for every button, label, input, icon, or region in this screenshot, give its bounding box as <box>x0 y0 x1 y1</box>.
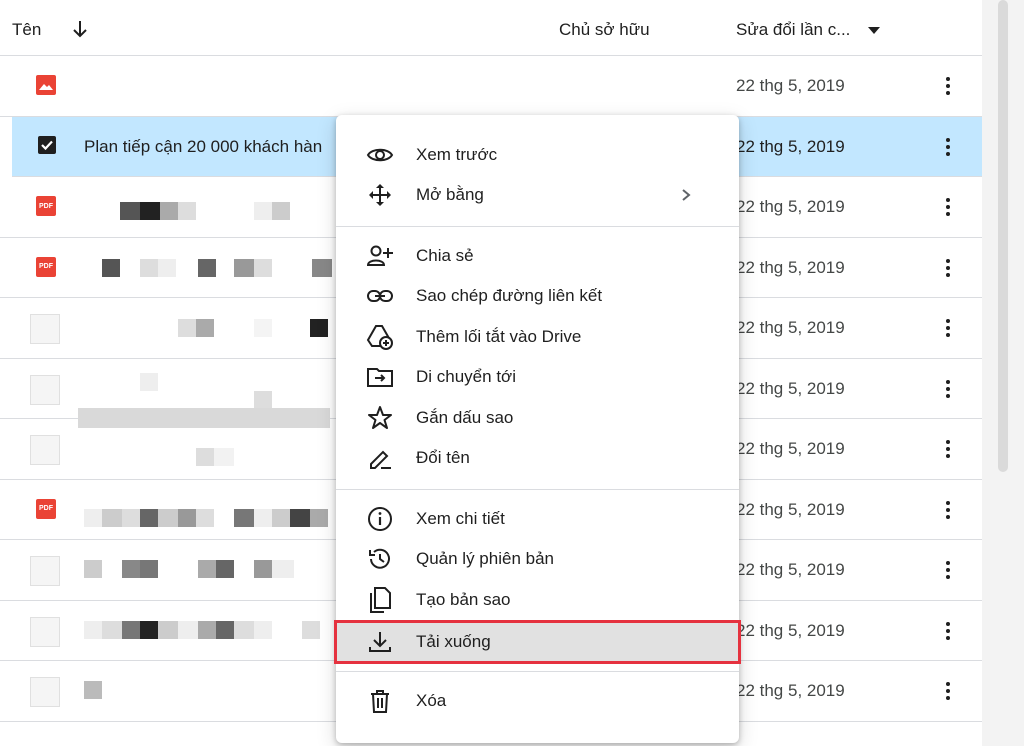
menu-item-add-shortcut[interactable]: Thêm lối tắt vào Drive <box>336 317 739 357</box>
share-person-icon <box>366 244 394 268</box>
menu-item-open-with[interactable]: Mở bằng <box>336 175 739 215</box>
checked-checkbox-icon[interactable] <box>38 135 56 154</box>
menu-divider <box>336 489 739 490</box>
modified-date: 22 thg 5, 2019 <box>736 439 845 458</box>
download-icon <box>366 630 394 654</box>
menu-item-label: Mở bằng <box>416 185 484 204</box>
sort-arrow-down-icon[interactable] <box>70 18 90 40</box>
menu-item-rename[interactable]: Đổi tên <box>336 438 739 478</box>
pdf-file-icon: PDF <box>36 256 56 277</box>
add-shortcut-icon <box>366 325 394 350</box>
chevron-right-icon <box>682 189 691 201</box>
more-actions-icon[interactable] <box>938 498 958 522</box>
scrollbar-thumb[interactable] <box>998 0 1008 472</box>
highlight-outline <box>334 620 741 664</box>
menu-item-delete[interactable]: Xóa <box>336 681 739 721</box>
document-thumbnail-icon <box>30 556 60 586</box>
menu-item-make-copy[interactable]: Tạo bản sao <box>336 580 739 620</box>
column-header-last-modified[interactable]: Sửa đổi lần c... <box>736 20 850 40</box>
move-folder-icon <box>366 365 394 389</box>
copy-icon <box>366 587 394 613</box>
redacted-title <box>84 681 102 699</box>
column-header-name[interactable]: Tên <box>12 20 41 40</box>
document-thumbnail-icon <box>30 374 60 405</box>
document-thumbnail-icon <box>30 677 60 707</box>
more-actions-icon[interactable] <box>938 437 958 461</box>
table-row[interactable]: 22 thg 5, 2019 <box>0 56 982 117</box>
redacted-title <box>196 448 234 466</box>
caret-down-icon[interactable] <box>868 27 880 34</box>
menu-item-preview[interactable]: Xem trước <box>336 135 739 175</box>
more-actions-icon[interactable] <box>938 256 958 280</box>
more-actions-icon[interactable] <box>938 135 958 159</box>
history-icon <box>366 547 394 571</box>
redacted-title <box>254 390 272 409</box>
column-header-owner[interactable]: Chủ sở hữu <box>559 20 650 40</box>
more-actions-icon[interactable] <box>938 195 958 219</box>
more-actions-icon[interactable] <box>938 619 958 643</box>
redacted-title <box>84 620 320 639</box>
redacted-title <box>178 319 332 337</box>
modified-date: 22 thg 5, 2019 <box>736 76 845 95</box>
menu-item-view-details[interactable]: Xem chi tiết <box>336 499 739 539</box>
menu-item-copy-link[interactable]: Sao chép đường liên kết <box>336 276 739 316</box>
link-icon <box>366 284 394 308</box>
document-thumbnail-icon <box>30 314 60 344</box>
modified-date: 22 thg 5, 2019 <box>736 136 845 156</box>
redacted-title <box>140 372 158 391</box>
document-thumbnail-icon <box>30 435 60 465</box>
pdf-file-icon: PDF <box>36 498 56 519</box>
menu-item-download[interactable]: Tải xuống <box>334 620 741 664</box>
redacted-title <box>102 258 332 277</box>
more-actions-icon[interactable] <box>938 316 958 340</box>
modified-date: 22 thg 5, 2019 <box>736 197 845 216</box>
context-menu: Xem trước Mở bằng Chia sẻ Sao chép đường… <box>334 115 741 743</box>
menu-item-label: Xóa <box>416 691 447 710</box>
more-actions-icon[interactable] <box>938 74 958 98</box>
rename-pencil-icon <box>366 446 394 470</box>
file-list-header: Tên Chủ sở hữu Sửa đổi lần c... <box>0 0 982 56</box>
menu-item-share[interactable]: Chia sẻ <box>336 236 739 276</box>
menu-divider <box>336 671 739 672</box>
menu-item-label: Quản lý phiên bản <box>416 549 554 568</box>
menu-item-star[interactable]: Gắn dấu sao <box>336 398 739 438</box>
menu-item-label: Tạo bản sao <box>416 590 511 609</box>
info-icon <box>366 507 394 531</box>
more-actions-icon[interactable] <box>938 558 958 582</box>
menu-item-label: Thêm lối tắt vào Drive <box>416 327 582 346</box>
menu-item-label: Di chuyển tới <box>416 367 516 386</box>
pdf-file-icon: PDF <box>36 196 56 216</box>
menu-item-label: Xem chi tiết <box>416 509 505 528</box>
file-title[interactable]: Plan tiếp cận 20 000 khách hàn <box>84 137 322 157</box>
star-icon <box>366 406 394 430</box>
scrollbar-track[interactable] <box>982 0 1024 746</box>
redacted-title <box>102 202 332 220</box>
image-file-icon <box>36 75 56 95</box>
menu-item-label: Gắn dấu sao <box>416 408 514 427</box>
document-thumbnail-icon <box>30 616 60 647</box>
modified-date: 22 thg 5, 2019 <box>736 499 845 519</box>
modified-date: 22 thg 5, 2019 <box>736 560 845 579</box>
modified-date: 22 thg 5, 2019 <box>736 681 845 700</box>
eye-icon <box>366 143 394 167</box>
modified-date: 22 thg 5, 2019 <box>736 378 845 398</box>
redacted-title <box>84 508 334 527</box>
menu-item-manage-versions[interactable]: Quản lý phiên bản <box>336 539 739 579</box>
menu-divider <box>336 226 739 227</box>
menu-item-label: Chia sẻ <box>416 246 474 265</box>
more-actions-icon[interactable] <box>938 377 958 401</box>
menu-item-label: Tải xuống <box>416 632 491 651</box>
menu-item-label: Sao chép đường liên kết <box>416 286 603 305</box>
modified-date: 22 thg 5, 2019 <box>736 318 845 337</box>
more-actions-icon[interactable] <box>938 679 958 703</box>
open-with-icon <box>366 183 394 207</box>
modified-date: 22 thg 5, 2019 <box>736 257 845 277</box>
trash-icon <box>366 689 394 713</box>
menu-item-label: Xem trước <box>416 145 498 164</box>
redacted-title <box>84 560 294 578</box>
menu-item-label: Đổi tên <box>416 448 470 467</box>
menu-item-move-to[interactable]: Di chuyển tới <box>336 357 739 397</box>
drive-file-list-page: Tên Chủ sở hữu Sửa đổi lần c... 22 thg 5… <box>0 0 1024 746</box>
modified-date: 22 thg 5, 2019 <box>736 620 845 640</box>
